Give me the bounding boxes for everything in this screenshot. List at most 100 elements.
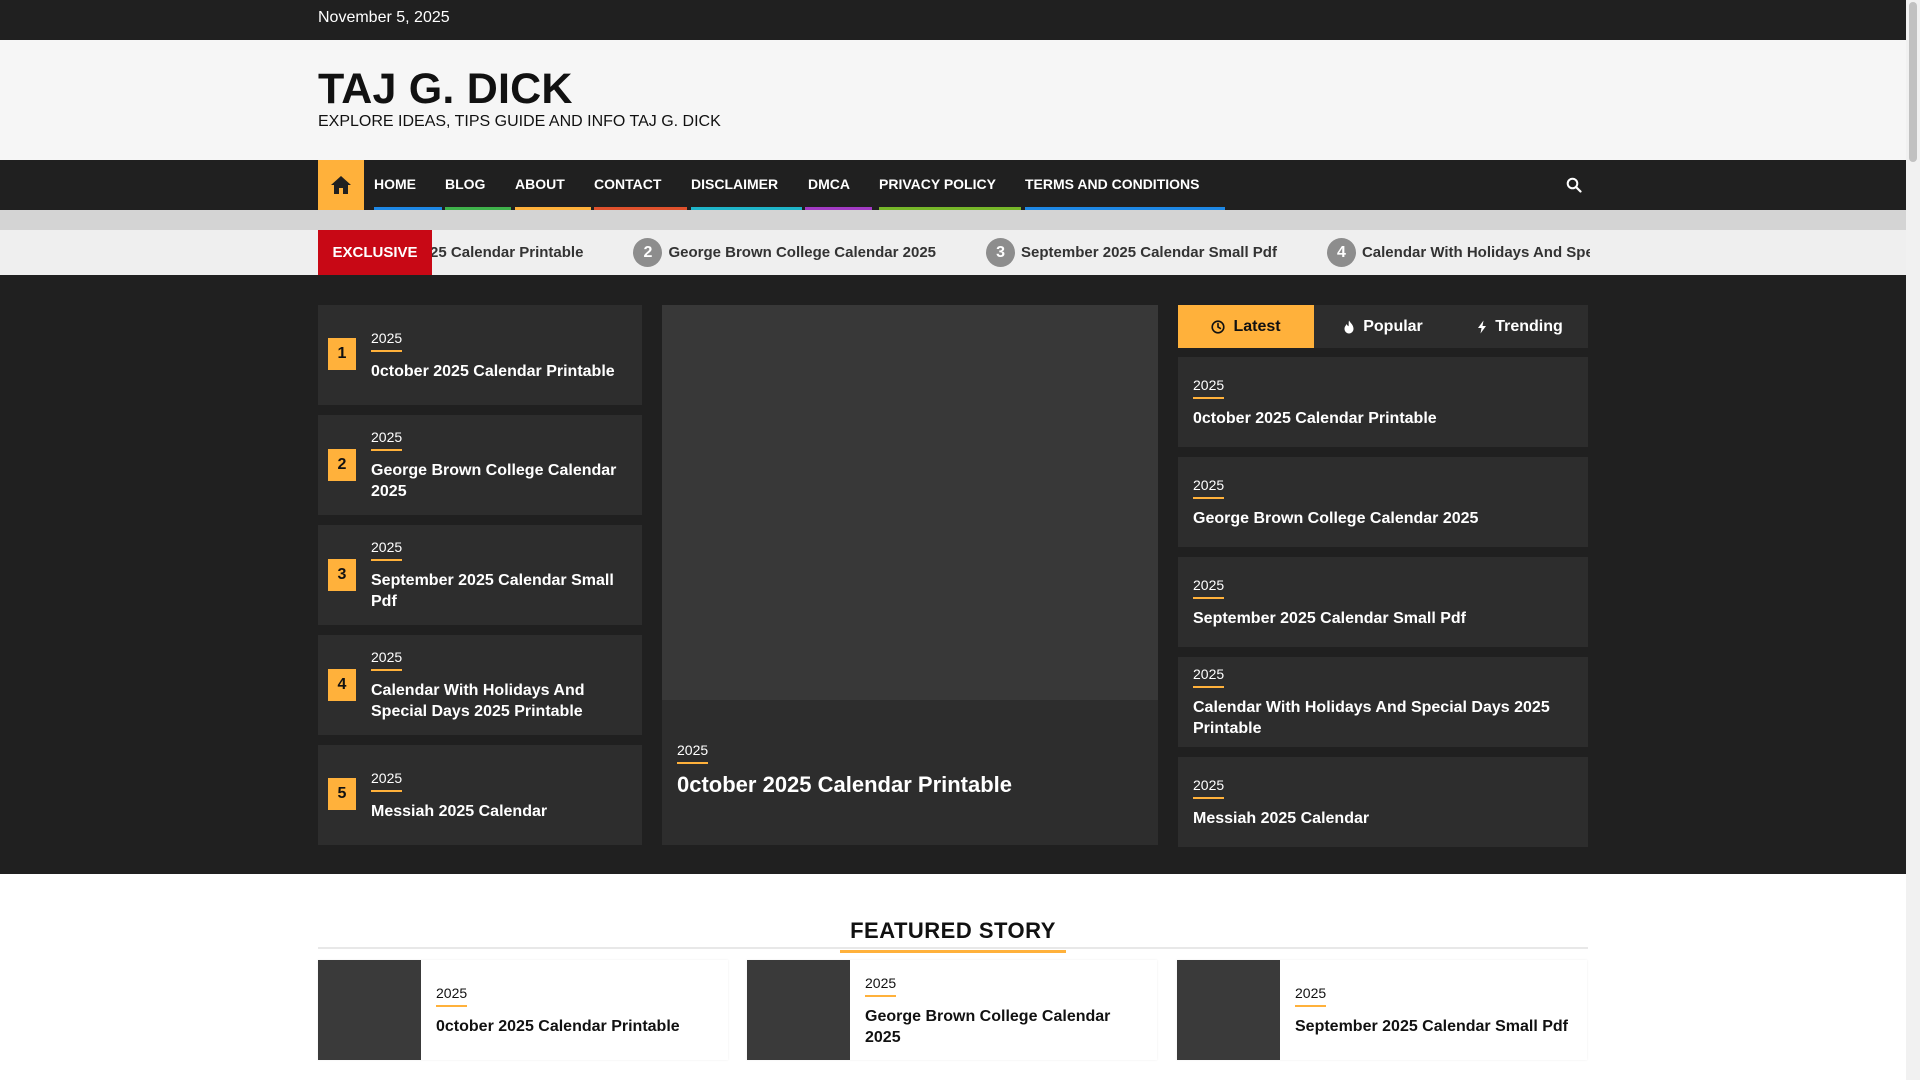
post-category[interactable]: 2025 [371, 330, 403, 352]
numbered-post-1[interactable]: 1 2025 0ctober 2025 Calendar Printable [318, 305, 642, 405]
ticker-title: September 2025 Calendar Small Pdf [1021, 244, 1277, 261]
bolt-icon [1478, 320, 1487, 333]
ticker-title: George Brown College Calendar 2025 [668, 244, 937, 261]
thumbnail-placeholder[interactable] [318, 960, 421, 1060]
fire-icon [1344, 320, 1354, 333]
numbered-post-3[interactable]: 3 2025 September 2025 Calendar Small Pdf [318, 525, 642, 625]
home-icon [331, 176, 351, 194]
tab-latest[interactable]: Latest [1178, 305, 1314, 348]
site-header: TAJ G. DICK EXPLORE IDEAS, TIPS GUIDE AN… [0, 40, 1906, 160]
search-button[interactable] [1564, 175, 1584, 195]
latest-post-4[interactable]: 2025 Calendar With Holidays And Special … [1178, 657, 1588, 747]
post-title[interactable]: 0ctober 2025 Calendar Printable [1193, 408, 1573, 429]
ticker-number: 3 [986, 238, 1016, 267]
nav-blog-label: BLOG [445, 176, 486, 192]
ticker-track: 1 0ctober 2025 Calendar Printable 2 Geor… [432, 230, 1590, 275]
post-title[interactable]: George Brown College Calendar 2025 [371, 460, 631, 502]
post-title[interactable]: September 2025 Calendar Small Pdf [371, 570, 631, 612]
post-category[interactable]: 2025 [1193, 777, 1225, 799]
post-title[interactable]: 0ctober 2025 Calendar Printable [436, 1016, 716, 1037]
featured-story-heading: FEATURED STORY [0, 918, 1906, 953]
latest-post-2[interactable]: 2025 George Brown College Calendar 2025 [1178, 457, 1588, 547]
post-title[interactable]: September 2025 Calendar Small Pdf [1193, 608, 1573, 629]
post-category[interactable]: 2025 [1193, 377, 1225, 399]
tab-trending-label: Trending [1495, 317, 1563, 335]
post-title[interactable]: Messiah 2025 Calendar [371, 801, 631, 822]
ticker-item[interactable]: 4 Calendar With Holidays And Special Day… [1326, 238, 1590, 267]
post-title[interactable]: 0ctober 2025 Calendar Printable [371, 361, 631, 382]
post-category[interactable]: 2025 [371, 649, 403, 671]
featured-story-card-2[interactable]: 2025 George Brown College Calendar 2025 [747, 960, 1157, 1060]
clock-icon [1211, 319, 1226, 334]
top-bar: November 5, 2025 [0, 0, 1906, 40]
post-category[interactable]: 2025 [371, 429, 403, 451]
nav-terms-label: TERMS AND CONDITIONS [1025, 176, 1200, 192]
nav-home-label: HOME [374, 176, 416, 192]
post-category[interactable]: 2025 [371, 539, 403, 561]
tab-popular[interactable]: Popular [1315, 305, 1451, 348]
news-ticker: EXCLUSIVE 1 0ctober 2025 Calendar Printa… [0, 230, 1906, 275]
post-category[interactable]: 2025 [436, 985, 468, 1007]
home-button[interactable] [318, 160, 364, 210]
nav-terms-and-conditions[interactable]: TERMS AND CONDITIONS [1025, 160, 1225, 210]
ticker-title: 0ctober 2025 Calendar Printable [432, 244, 584, 261]
scrollbar-thumb[interactable] [1909, 2, 1917, 162]
nav-dmca[interactable]: DMCA [805, 160, 872, 210]
featured-story-title: FEATURED STORY [840, 918, 1066, 953]
post-rank: 5 [328, 778, 356, 810]
latest-post-3[interactable]: 2025 September 2025 Calendar Small Pdf [1178, 557, 1588, 647]
post-title[interactable]: Calendar With Holidays And Special Days … [1193, 697, 1573, 739]
post-title[interactable]: September 2025 Calendar Small Pdf [1295, 1016, 1575, 1037]
post-category[interactable]: 2025 [1193, 666, 1225, 688]
numbered-post-2[interactable]: 2 2025 George Brown College Calendar 202… [318, 415, 642, 515]
thumbnail-placeholder[interactable] [747, 960, 850, 1060]
nav-blog[interactable]: BLOG [445, 160, 511, 210]
nav-privacy-policy[interactable]: PRIVACY POLICY [879, 160, 1021, 210]
post-rank: 3 [328, 559, 356, 591]
nav-home[interactable]: HOME [374, 160, 442, 210]
latest-post-5[interactable]: 2025 Messiah 2025 Calendar [1178, 757, 1588, 847]
post-title[interactable]: Messiah 2025 Calendar [1193, 808, 1573, 829]
nav-contact-label: CONTACT [594, 176, 662, 192]
featured-post-title[interactable]: 0ctober 2025 Calendar Printable [677, 772, 1012, 798]
site-tagline: EXPLORE IDEAS, TIPS GUIDE AND INFO TAJ G… [318, 113, 721, 130]
ticker-item[interactable]: 3 September 2025 Calendar Small Pdf [986, 238, 1277, 267]
numbered-post-5[interactable]: 5 2025 Messiah 2025 Calendar [318, 745, 642, 845]
featured-main-post[interactable]: 2025 0ctober 2025 Calendar Printable [662, 305, 1158, 845]
numbered-post-4[interactable]: 4 2025 Calendar With Holidays And Specia… [318, 635, 642, 735]
post-category[interactable]: 2025 [1193, 577, 1225, 599]
post-category[interactable]: 2025 [1295, 985, 1327, 1007]
site-title[interactable]: TAJ G. DICK [318, 65, 573, 114]
ticker-viewport: 1 0ctober 2025 Calendar Printable 2 Geor… [432, 230, 1590, 275]
tab-trending[interactable]: Trending [1452, 305, 1588, 348]
thumbnail-placeholder[interactable] [1177, 960, 1280, 1060]
main-navigation: HOME BLOG ABOUT CONTACT DISCLAIMER DMCA … [0, 160, 1906, 210]
post-title[interactable]: Calendar With Holidays And Special Days … [371, 680, 631, 722]
featured-story-card-3[interactable]: 2025 September 2025 Calendar Small Pdf [1177, 960, 1587, 1060]
post-title[interactable]: George Brown College Calendar 2025 [865, 1006, 1145, 1048]
latest-post-1[interactable]: 2025 0ctober 2025 Calendar Printable [1178, 357, 1588, 447]
post-category[interactable]: 2025 [677, 742, 709, 764]
post-title[interactable]: George Brown College Calendar 2025 [1193, 508, 1573, 529]
post-rank: 4 [328, 669, 356, 701]
ticker-title: Calendar With Holidays And Special Days … [1361, 244, 1590, 261]
ticker-item[interactable]: 2 George Brown College Calendar 2025 [633, 238, 936, 267]
post-category[interactable]: 2025 [371, 770, 403, 792]
post-category[interactable]: 2025 [865, 975, 897, 997]
featured-story-card-1[interactable]: 2025 0ctober 2025 Calendar Printable [318, 960, 728, 1060]
search-icon [1566, 177, 1582, 193]
featured-image-placeholder[interactable] [662, 305, 1158, 700]
page-scrollbar[interactable] [1906, 0, 1920, 1080]
ticker-number: 2 [633, 238, 663, 267]
nav-contact[interactable]: CONTACT [594, 160, 687, 210]
nav-about-label: ABOUT [515, 176, 565, 192]
post-category[interactable]: 2025 [1193, 477, 1225, 499]
ticker-number: 4 [1326, 238, 1356, 267]
ticker-item[interactable]: 1 0ctober 2025 Calendar Printable [432, 238, 583, 267]
post-rank: 1 [328, 338, 356, 370]
nav-privacy-policy-label: PRIVACY POLICY [879, 176, 996, 192]
tab-popular-label: Popular [1363, 317, 1423, 335]
nav-dmca-label: DMCA [808, 176, 850, 192]
nav-disclaimer[interactable]: DISCLAIMER [691, 160, 802, 210]
nav-about[interactable]: ABOUT [515, 160, 591, 210]
